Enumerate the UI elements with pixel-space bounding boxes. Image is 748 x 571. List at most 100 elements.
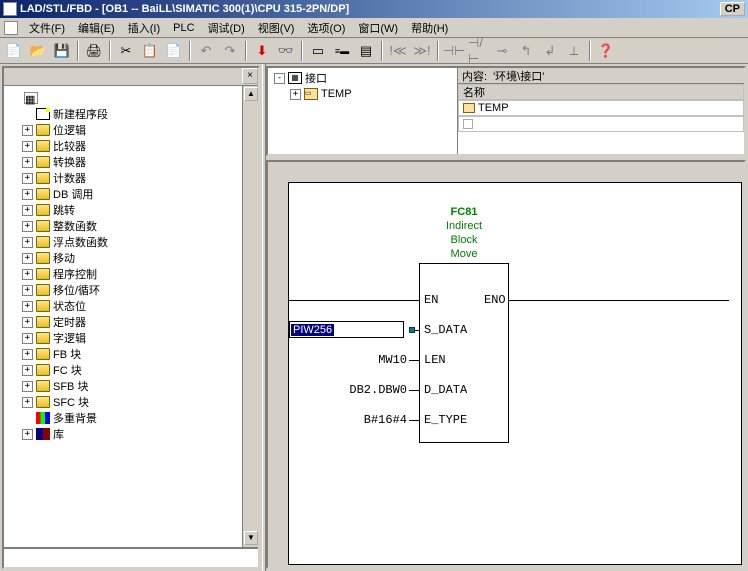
branch-close-button[interactable]: ↲ xyxy=(539,40,561,62)
tree-item[interactable]: + 整数函数 xyxy=(6,218,256,234)
scroll-up-button[interactable]: ▲ xyxy=(244,87,258,101)
tree-root[interactable]: ▦ xyxy=(6,90,256,106)
tree-item[interactable]: +浮点数函数 xyxy=(6,234,256,250)
temp-row-icon xyxy=(463,103,475,113)
empty-row[interactable] xyxy=(458,116,744,132)
tree-item[interactable]: +程序控制 xyxy=(6,266,256,282)
save-button[interactable]: 💾 xyxy=(51,40,73,62)
expand-icon[interactable]: + xyxy=(22,269,33,280)
expand-icon[interactable]: + xyxy=(22,189,33,200)
interface-tree[interactable]: - ▦ 接口 + ▭ TEMP xyxy=(268,68,457,154)
tree-item[interactable]: +位逻辑 xyxy=(6,122,256,138)
tree-item[interactable]: +移动 xyxy=(6,250,256,266)
network-button[interactable]: ≡▬ xyxy=(331,40,353,62)
tree-item[interactable]: +字逻辑 xyxy=(6,330,256,346)
tree-item[interactable]: +SFC 块 xyxy=(6,394,256,410)
tree-item[interactable]: +比较器 xyxy=(6,138,256,154)
menu-debug[interactable]: 调试(D) xyxy=(202,18,251,38)
nc-button[interactable]: ⊣⊢ xyxy=(443,40,465,62)
expand-icon[interactable]: + xyxy=(22,221,33,232)
menu-file[interactable]: 文件(F) xyxy=(23,18,71,38)
editor-canvas[interactable]: FC81 Indirect Block Move "IBLKMOV" EN EN… xyxy=(288,182,742,565)
contents-label: 内容: xyxy=(462,68,487,84)
scroll-down-button[interactable]: ▼ xyxy=(244,531,258,545)
expand-icon[interactable]: + xyxy=(22,237,33,248)
menu-view[interactable]: 视图(V) xyxy=(252,18,301,38)
cp-button[interactable]: CP xyxy=(720,2,745,16)
expand-icon[interactable]: + xyxy=(22,253,33,264)
catalog-tree[interactable]: ▦ 新建程序段 +位逻辑+比较器+转换器+计数器+DB 调用+跳转+整数函数+浮… xyxy=(4,86,258,547)
catalog-status xyxy=(4,547,258,567)
tree-item-label: 整数函数 xyxy=(53,218,97,234)
tree-item[interactable]: +FC 块 xyxy=(6,362,256,378)
catalog-scrollbar[interactable]: ▲ ▼ xyxy=(242,86,258,547)
coil-button[interactable]: ⊸ xyxy=(491,40,513,62)
expand-icon[interactable]: + xyxy=(22,301,33,312)
folder-icon xyxy=(36,188,50,200)
tree-item[interactable]: +SFB 块 xyxy=(6,378,256,394)
no-button[interactable]: ⊣/⊢ xyxy=(467,40,489,62)
undo-button[interactable]: ↶ xyxy=(195,40,217,62)
open-button[interactable]: 📂 xyxy=(27,40,49,62)
branch-open-button[interactable]: ↰ xyxy=(515,40,537,62)
app-menu-icon[interactable] xyxy=(4,21,18,35)
fbd-input-value[interactable]: DB2.DBW0 xyxy=(299,383,407,397)
tree-item[interactable]: +转换器 xyxy=(6,154,256,170)
temp-icon: ▭ xyxy=(304,88,318,100)
expand-icon[interactable]: + xyxy=(22,381,33,392)
wire-stub xyxy=(409,390,419,391)
name-column-header[interactable]: 名称 xyxy=(458,84,744,100)
tree-item-multi-bg[interactable]: 多重背景 xyxy=(6,410,256,426)
fbd-input-value[interactable]: B#16#4 xyxy=(299,413,407,427)
expand-icon[interactable]: + xyxy=(22,125,33,136)
menu-options[interactable]: 选项(O) xyxy=(301,18,351,38)
catalog-button[interactable]: ▤ xyxy=(355,40,377,62)
tree-item[interactable]: +跳转 xyxy=(6,202,256,218)
close-panel-button[interactable]: × xyxy=(242,68,258,84)
menu-plc[interactable]: PLC xyxy=(167,20,200,36)
expand-icon[interactable]: + xyxy=(22,333,33,344)
help-button[interactable]: ❓ xyxy=(595,40,617,62)
expand-icon[interactable]: + xyxy=(22,317,33,328)
tree-item[interactable]: +移位/循环 xyxy=(6,282,256,298)
contents-grid[interactable]: 名称 TEMP xyxy=(458,84,744,154)
prev-button[interactable]: ≫! xyxy=(411,40,433,62)
tree-item[interactable]: +计数器 xyxy=(6,170,256,186)
menu-help[interactable]: 帮助(H) xyxy=(405,18,454,38)
new-button[interactable]: 📄 xyxy=(3,40,25,62)
monitor-button[interactable]: 👓 xyxy=(275,40,297,62)
menu-edit[interactable]: 编辑(E) xyxy=(72,18,121,38)
folder-icon xyxy=(36,300,50,312)
temp-row[interactable]: TEMP xyxy=(458,100,744,116)
tree-item[interactable]: +FB 块 xyxy=(6,346,256,362)
tree-item[interactable]: +DB 调用 xyxy=(6,186,256,202)
tree-item-new-network[interactable]: 新建程序段 xyxy=(6,106,256,122)
download-button[interactable]: ⬇ xyxy=(251,40,273,62)
expand-icon[interactable]: + xyxy=(22,173,33,184)
expand-icon[interactable]: + xyxy=(22,285,33,296)
folder-icon xyxy=(36,284,50,296)
menu-window[interactable]: 窗口(W) xyxy=(352,18,404,38)
tree-item[interactable]: +定时器 xyxy=(6,314,256,330)
tree-item[interactable]: +状态位 xyxy=(6,298,256,314)
expand-icon[interactable]: + xyxy=(22,397,33,408)
expand-icon[interactable]: + xyxy=(22,349,33,360)
cut-button[interactable]: ✂ xyxy=(115,40,137,62)
fbd-input-value[interactable]: PIW256 xyxy=(291,323,371,337)
expand-icon[interactable]: + xyxy=(22,365,33,376)
connector-box[interactable] xyxy=(409,327,415,333)
editor-area: FC81 Indirect Block Move "IBLKMOV" EN EN… xyxy=(266,160,746,569)
print-button[interactable]: 🖨 xyxy=(83,40,105,62)
block-button[interactable]: ▭ xyxy=(307,40,329,62)
connect-button[interactable]: ⟂ xyxy=(563,40,585,62)
expand-icon[interactable]: + xyxy=(22,205,33,216)
fbd-input-value[interactable]: MW10 xyxy=(299,353,407,367)
expand-icon[interactable]: + xyxy=(22,141,33,152)
menu-insert[interactable]: 插入(I) xyxy=(122,18,166,38)
expand-icon[interactable]: + xyxy=(22,157,33,168)
copy-button[interactable]: 📋 xyxy=(139,40,161,62)
paste-button[interactable]: 📄 xyxy=(163,40,185,62)
goto-button[interactable]: !≪ xyxy=(387,40,409,62)
redo-button[interactable]: ↷ xyxy=(219,40,241,62)
tree-item-library[interactable]: + 库 xyxy=(6,426,256,442)
